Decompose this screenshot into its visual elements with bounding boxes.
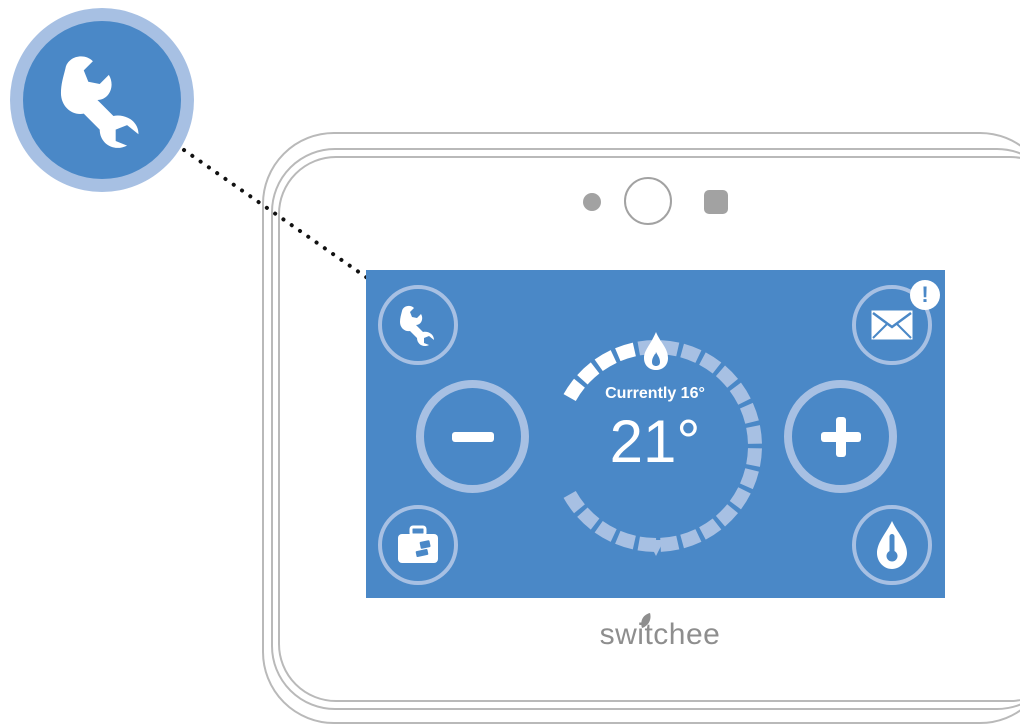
current-temperature-label: Currently 16° <box>605 385 705 402</box>
dial-segment <box>740 468 759 490</box>
dial-segment <box>715 504 739 527</box>
thermometer-drop-icon <box>877 521 907 569</box>
dial-segment <box>680 343 702 363</box>
camera-lens <box>624 177 672 225</box>
dial-segment <box>699 352 722 374</box>
holiday-mode-button[interactable] <box>378 505 458 585</box>
light-sensor <box>583 193 601 211</box>
dial-segment <box>563 491 585 514</box>
dial-segment <box>746 448 762 467</box>
plus-icon <box>820 416 861 457</box>
increase-temperature-button[interactable] <box>784 380 897 493</box>
motion-sensor <box>704 190 728 214</box>
wrench-icon <box>400 305 434 347</box>
dial-segment <box>729 487 751 510</box>
brand-logo: switchee <box>599 618 721 651</box>
dial-segment <box>746 425 762 444</box>
envelope-icon <box>871 310 913 340</box>
dial-segment <box>660 535 680 552</box>
dial-segment <box>577 507 600 530</box>
dial-segment <box>594 521 617 542</box>
settings-callout <box>10 8 194 192</box>
flame-icon <box>644 332 668 370</box>
settings-button[interactable] <box>378 285 458 365</box>
callout-inner-circle <box>23 21 181 179</box>
target-temperature: 21° <box>609 408 701 475</box>
dial-segment <box>577 362 600 385</box>
dial-segment <box>699 518 722 540</box>
message-alert-badge: ! <box>910 280 940 310</box>
dial-segment <box>594 350 617 371</box>
dial-segment <box>680 529 702 549</box>
dial-segment <box>740 402 759 424</box>
suitcase-icon <box>398 525 438 563</box>
wrench-icon <box>60 56 139 148</box>
decrease-temperature-button[interactable] <box>416 380 529 493</box>
boost-heating-button[interactable] <box>852 505 932 585</box>
dial-segment <box>615 342 636 362</box>
dial-segment <box>615 530 636 550</box>
minus-icon <box>451 431 494 442</box>
